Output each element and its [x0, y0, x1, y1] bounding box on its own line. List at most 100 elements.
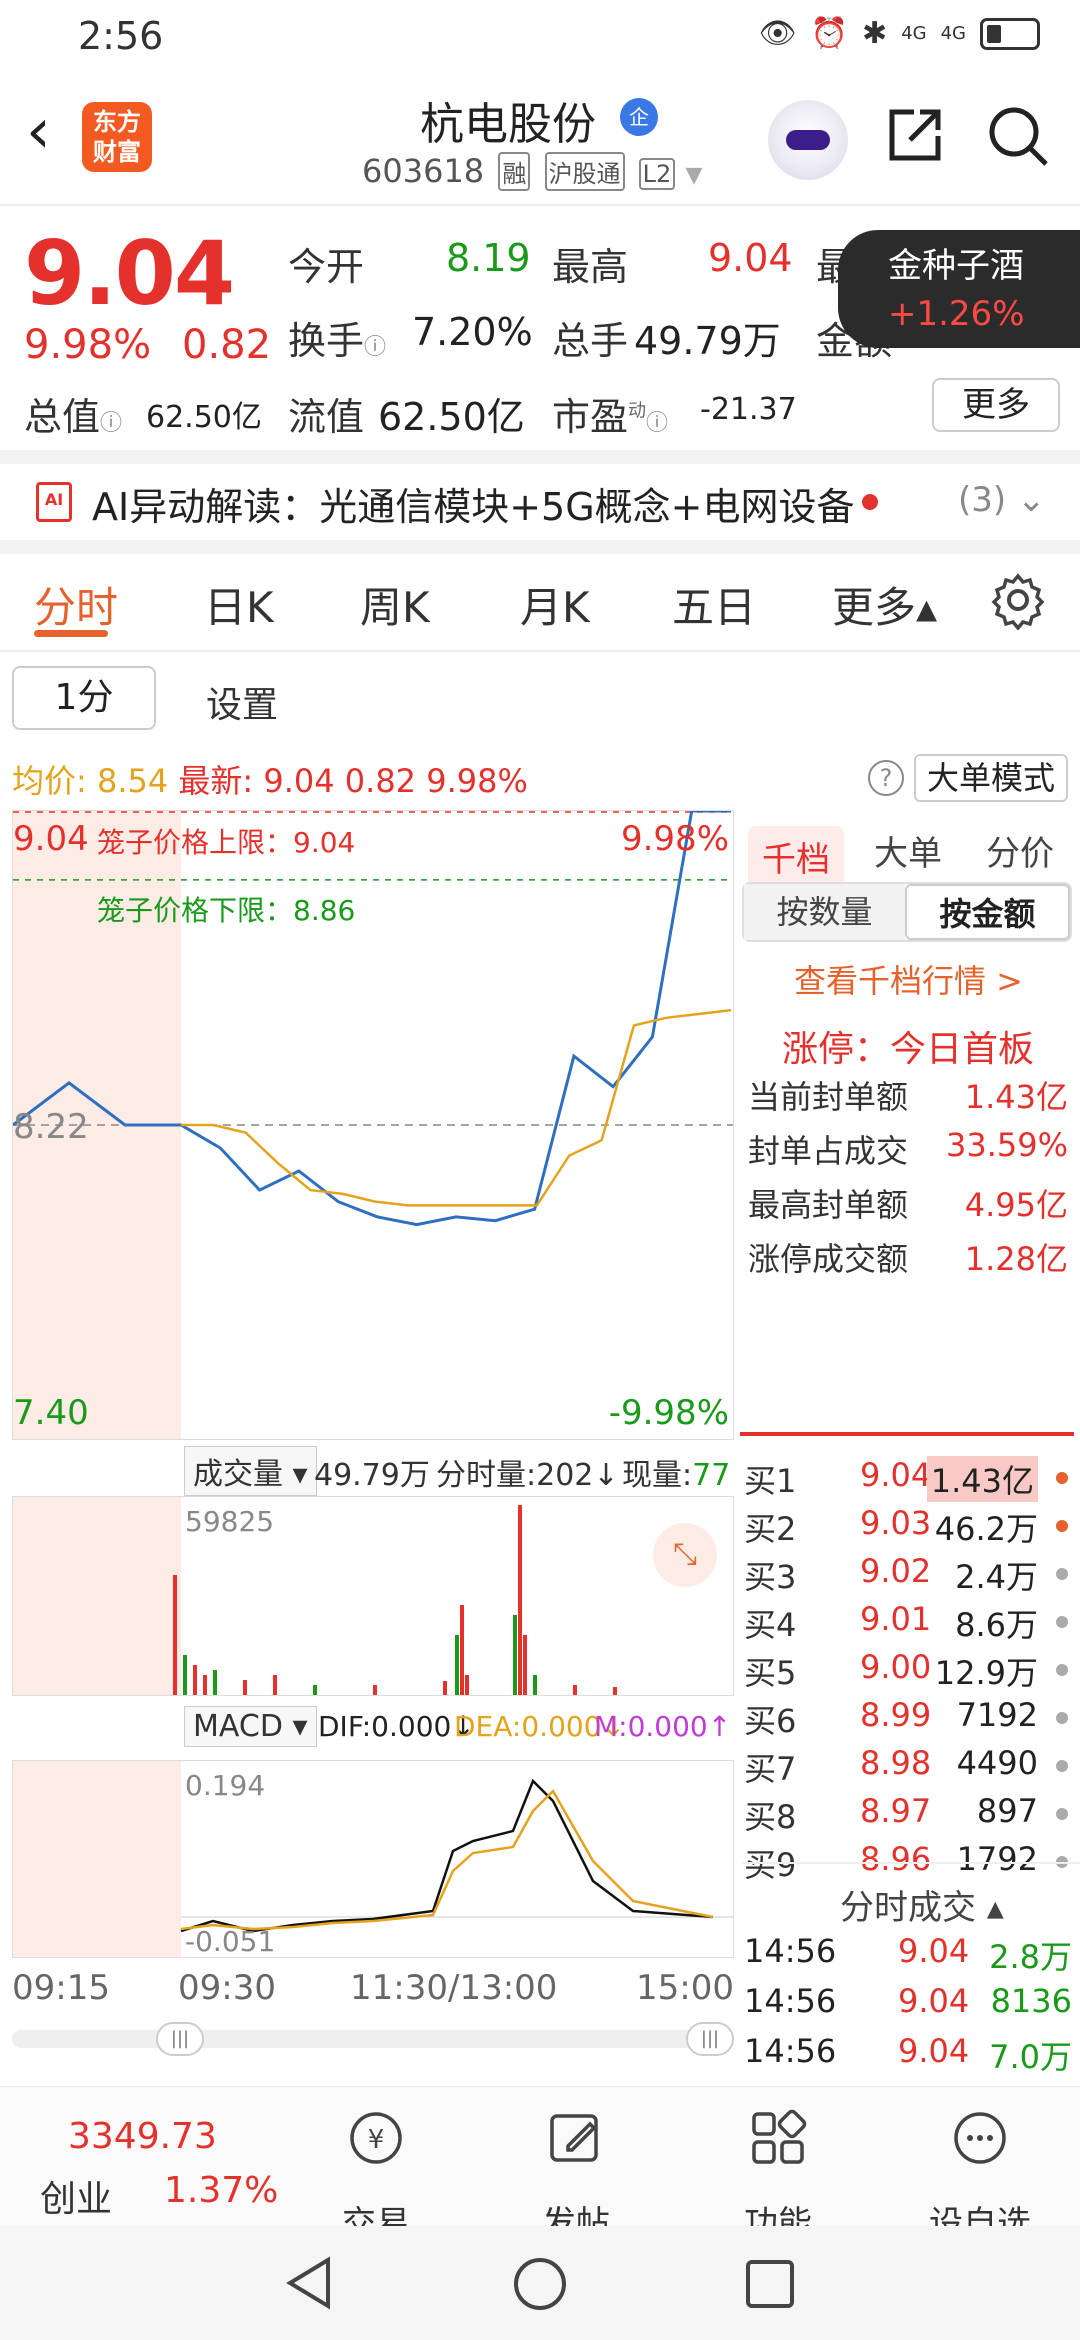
tab-price-dist[interactable]: 分价 — [986, 826, 1054, 875]
book-price: 8.96 — [860, 1840, 932, 1878]
interval-select[interactable]: 1分 — [12, 666, 156, 730]
bluetooth-icon: ✱ — [862, 16, 888, 51]
help-icon[interactable]: ? — [868, 760, 904, 796]
macd-chart[interactable]: 0.194 -0.051 — [12, 1760, 734, 1958]
macd-indicator-select[interactable]: MACD ▾ — [184, 1706, 317, 1747]
time-range-slider[interactable] — [12, 2030, 730, 2048]
trade-row: 14:56 9.04 2.8万 — [744, 1932, 1080, 1978]
trade-volume: 7.0万 — [989, 2038, 1072, 2076]
trade-icon[interactable]: ¥ — [346, 2108, 406, 2168]
slider-right-handle[interactable]: ||| — [686, 2022, 734, 2056]
volume-bar — [183, 1655, 187, 1695]
book-dot — [1056, 1568, 1068, 1580]
ai-insight-text[interactable]: AI异动解读：光通信模块+5G概念+电网设备 — [92, 476, 855, 531]
volume-bar — [193, 1665, 197, 1695]
tab-level-book[interactable]: 千档 — [748, 826, 844, 887]
volume-bar — [173, 1575, 177, 1695]
add-watchlist-icon[interactable] — [950, 2108, 1010, 2168]
seal-metric-label: 最高封单额 — [748, 1186, 909, 1224]
pe-label: 市盈动ⓘ — [552, 395, 669, 439]
order-book-row[interactable]: 买4 9.01 8.6万 — [744, 1600, 1080, 1648]
big-order-mode-button[interactable]: 大单模式 — [914, 754, 1068, 802]
recents-nav-icon[interactable] — [744, 2258, 796, 2310]
assistant-avatar[interactable] — [768, 100, 848, 180]
section-divider-2 — [0, 540, 1080, 554]
by-amount-option[interactable]: 按金额 — [905, 884, 1070, 940]
turnover-value: 7.20% — [412, 310, 533, 354]
seal-metric-value: 1.28亿 — [964, 1240, 1068, 1278]
view-level-book-link[interactable]: 查看千档行情 > — [794, 956, 1023, 1002]
volume-bar — [573, 1685, 577, 1695]
slider-left-handle[interactable]: ||| — [156, 2022, 204, 2056]
trade-time: 14:56 — [744, 2032, 837, 2070]
order-book-row[interactable]: 买8 8.97 897 — [744, 1792, 1080, 1840]
book-price: 9.00 — [860, 1648, 932, 1686]
cage-upper-label: 笼子价格上限：9.04 — [97, 826, 356, 859]
float-value: 62.50亿 — [378, 395, 525, 439]
volume-chart[interactable]: 59825 ⤡ — [12, 1496, 734, 1696]
gear-icon[interactable] — [988, 570, 1048, 630]
last-label: 最新: — [178, 762, 254, 800]
book-amount: 4490 — [956, 1744, 1038, 1782]
stock-code: 603618 — [362, 152, 485, 190]
setting-link[interactable]: 设置 — [206, 676, 278, 728]
share-icon[interactable] — [884, 104, 946, 166]
tab-big-order[interactable]: 大单 — [874, 826, 942, 875]
search-icon[interactable] — [986, 104, 1050, 168]
more-button[interactable]: 更多 — [932, 378, 1060, 432]
volume-total: 49.79万 — [314, 1458, 430, 1493]
order-book-row[interactable]: 买6 8.99 7192 — [744, 1696, 1080, 1744]
book-amount: 8.6万 — [955, 1606, 1038, 1644]
time-label-0930: 09:30 — [178, 1968, 276, 2008]
change-percent: 9.98% — [24, 322, 152, 368]
index-value[interactable]: 3349.73 — [68, 2116, 217, 2157]
index-name[interactable]: 创业 — [40, 2170, 112, 2222]
volume-indicator-select[interactable]: 成交量 ▾ — [184, 1446, 317, 1496]
back-nav-icon[interactable] — [284, 2256, 334, 2310]
tab-intraday[interactable]: 分时 — [34, 574, 118, 635]
book-level: 买2 — [744, 1510, 797, 1548]
order-book-row[interactable]: 买1 9.04 1.43亿 — [744, 1456, 1080, 1504]
open-label: 今开 — [288, 245, 365, 289]
ai-count[interactable]: (3) ⌄ — [958, 480, 1045, 520]
book-level: 买3 — [744, 1558, 797, 1596]
stock-title: 杭电股份 — [420, 99, 596, 150]
trades-title[interactable]: 分时成交 ▴ — [840, 1880, 1004, 1929]
tag-connect: 沪股通 — [544, 152, 625, 191]
macd-m: M:0.000↑ — [594, 1710, 732, 1743]
index-pct[interactable]: 1.37% — [164, 2170, 278, 2211]
macd-chart-svg — [180, 1778, 733, 1933]
book-dot — [1056, 1472, 1068, 1484]
tab-daily-k[interactable]: 日K — [204, 574, 274, 635]
order-book-row[interactable]: 买5 9.00 12.9万 — [744, 1648, 1080, 1696]
price-chart[interactable]: 9.04 7.40 8.22 9.98% -9.98% 笼子价格上限：9.04 … — [12, 810, 734, 1440]
tab-indicator — [34, 630, 108, 637]
expand-icon[interactable]: ⤡ — [653, 1523, 717, 1587]
order-book-row[interactable]: 买7 8.98 4490 — [744, 1744, 1080, 1792]
unread-dot — [862, 494, 878, 510]
back-icon[interactable]: ‹ — [26, 100, 51, 162]
alarm-icon: ⏰ — [810, 16, 849, 51]
float-card-name: 金种子酒 — [888, 246, 1024, 286]
function-icon[interactable] — [748, 2108, 808, 2168]
stock-code-row[interactable]: 603618 融 沪股通 L2 ▼ — [362, 152, 702, 191]
app-logo: 东方 财富 — [82, 102, 152, 172]
by-quantity-option[interactable]: 按数量 — [744, 884, 905, 940]
tab-five-day[interactable]: 五日 — [672, 574, 756, 635]
tab-monthly-k[interactable]: 月K — [520, 574, 590, 635]
trade-time: 14:56 — [744, 1982, 837, 2020]
home-nav-icon[interactable] — [512, 2256, 568, 2312]
order-book-row[interactable]: 买2 9.03 46.2万 — [744, 1504, 1080, 1552]
tab-weekly-k[interactable]: 周K — [360, 574, 430, 635]
floating-quote-card[interactable]: 金种子酒 +1.26% — [838, 230, 1080, 348]
book-unit-toggle[interactable]: 按数量 按金额 — [742, 882, 1072, 942]
avg-label: 均价: — [12, 762, 87, 800]
seal-metric-label: 封单占成交 — [748, 1132, 909, 1170]
eye-icon: 👁 — [758, 16, 797, 51]
order-book-row[interactable]: 买3 9.02 2.4万 — [744, 1552, 1080, 1600]
open-value: 8.19 — [446, 236, 531, 280]
trade-volume: 2.8万 — [989, 1938, 1072, 1976]
post-icon[interactable] — [546, 2108, 606, 2168]
last-pct: 9.98% — [426, 762, 528, 800]
tab-more[interactable]: 更多▴ — [832, 574, 937, 635]
